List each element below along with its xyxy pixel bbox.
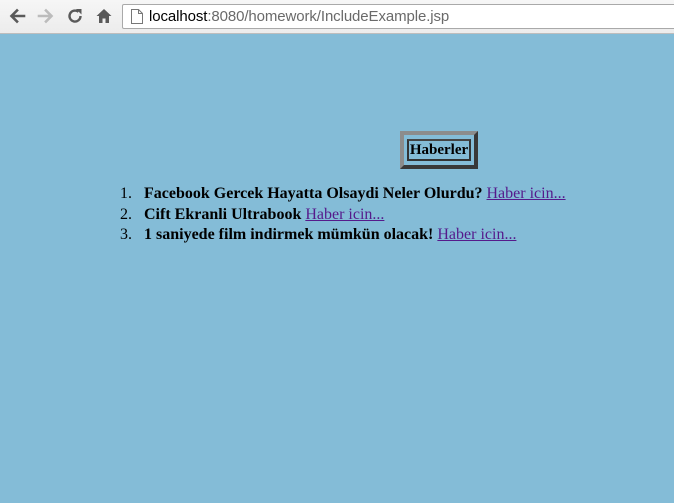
url-host: localhost [149,8,208,25]
news-link[interactable]: Haber icin... [487,185,566,202]
url-path: :8080/homework/IncludeExample.jsp [207,8,450,25]
forward-arrow-icon [37,8,54,24]
heading-box: Haberler [400,131,478,169]
browser-window: localhost:8080/homework/IncludeExample.j… [0,0,674,503]
page-icon [129,8,145,26]
browser-toolbar: localhost:8080/homework/IncludeExample.j… [0,0,674,34]
list-item-number: 1. [120,185,132,202]
list-item-number: 3. [120,226,132,243]
heading-inner-border: Haberler [406,139,472,161]
news-link[interactable]: Haber icin... [305,206,384,223]
home-icon [96,9,112,23]
url-text: localhost:8080/homework/IncludeExample.j… [149,8,449,25]
reload-button[interactable] [63,4,87,28]
list-item: 3. 1 saniyede film indirmek mümkün olacak… [120,225,566,246]
list-item: 2. Cift Ekranli Ultrabook Haber icin... [120,205,566,226]
page-content: Haberler 1. Facebook Gercek Hayatta Olsay… [0,34,674,503]
back-button[interactable] [5,4,29,28]
news-title: Facebook Gercek Hayatta Olsaydi Neler Ol… [144,185,483,202]
list-item: 1. Facebook Gercek Hayatta Olsaydi Neler … [120,184,566,205]
back-arrow-icon [9,8,26,24]
reload-icon [68,9,82,23]
address-bar[interactable]: localhost:8080/homework/IncludeExample.j… [122,4,674,29]
news-list: 1. Facebook Gercek Hayatta Olsaydi Neler … [120,184,566,246]
page-heading: Haberler [409,141,469,158]
news-title: 1 saniyede film indirmek mümkün olacak! [144,226,434,243]
home-button[interactable] [92,4,116,28]
forward-button[interactable] [34,4,58,28]
news-link[interactable]: Haber icin... [437,226,516,243]
list-item-number: 2. [120,205,132,223]
news-title: Cift Ekranli Ultrabook [144,205,302,223]
